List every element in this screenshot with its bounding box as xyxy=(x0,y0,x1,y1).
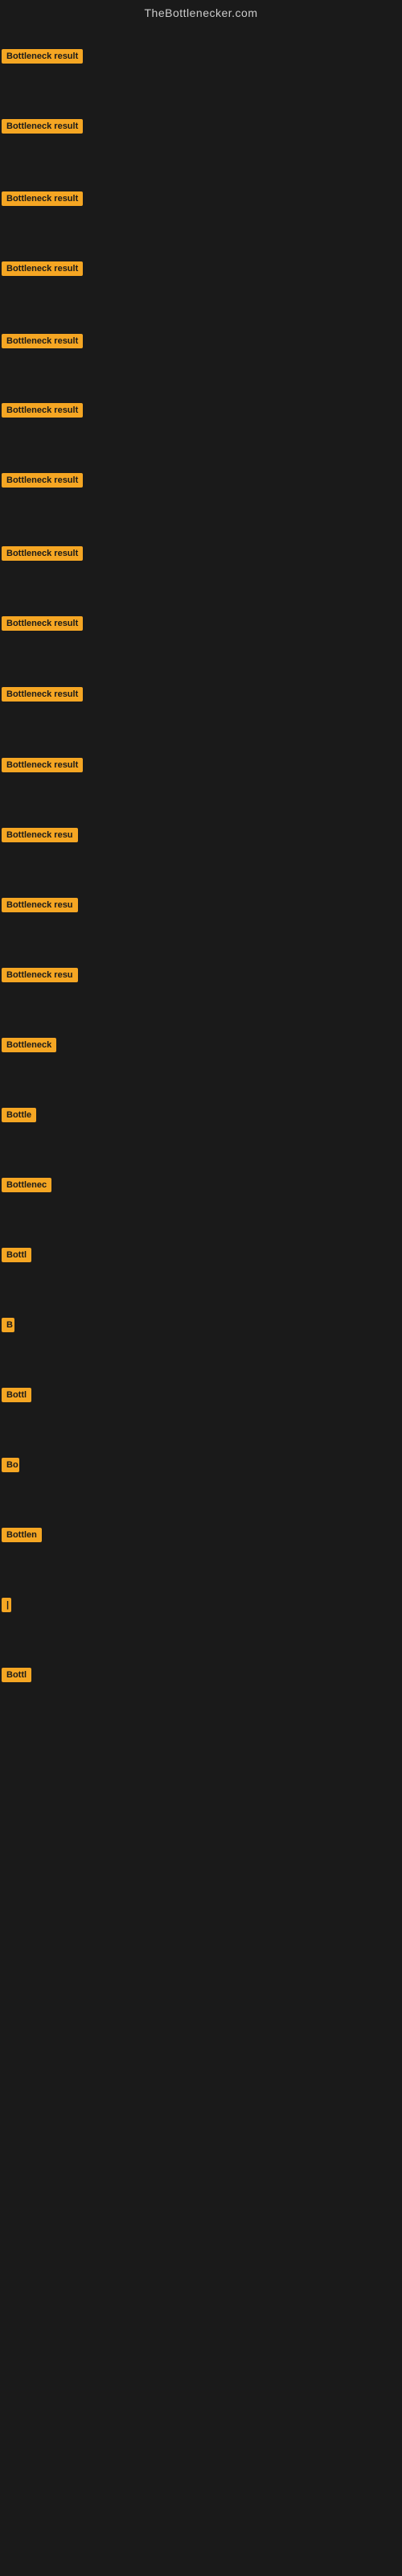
bottleneck-badge-2: Bottleneck result xyxy=(2,119,83,134)
bottleneck-badge-9: Bottleneck result xyxy=(2,616,83,631)
bottleneck-badge-8: Bottleneck result xyxy=(2,546,83,561)
bottleneck-badge-23: | xyxy=(2,1598,11,1612)
result-row-4: Bottleneck result xyxy=(2,261,83,280)
bottleneck-badge-22: Bottlen xyxy=(2,1528,42,1542)
bottleneck-badge-5: Bottleneck result xyxy=(2,334,83,348)
bottleneck-badge-7: Bottleneck result xyxy=(2,473,83,488)
result-row-1: Bottleneck result xyxy=(2,49,83,68)
bottleneck-badge-10: Bottleneck result xyxy=(2,687,83,702)
bottleneck-badge-6: Bottleneck result xyxy=(2,403,83,418)
bottleneck-badge-13: Bottleneck resu xyxy=(2,898,78,912)
result-row-18: Bottl xyxy=(2,1248,31,1266)
result-row-22: Bottlen xyxy=(2,1528,42,1546)
bottleneck-badge-17: Bottlenec xyxy=(2,1178,51,1192)
result-row-15: Bottleneck xyxy=(2,1038,56,1056)
result-row-19: B xyxy=(2,1318,14,1336)
result-row-10: Bottleneck result xyxy=(2,687,83,706)
result-row-12: Bottleneck resu xyxy=(2,828,78,846)
bottleneck-badge-24: Bottl xyxy=(2,1668,31,1682)
result-row-7: Bottleneck result xyxy=(2,473,83,492)
bottleneck-badge-4: Bottleneck result xyxy=(2,261,83,276)
bottleneck-badge-16: Bottle xyxy=(2,1108,36,1122)
result-row-9: Bottleneck result xyxy=(2,616,83,635)
result-row-6: Bottleneck result xyxy=(2,403,83,422)
site-title: TheBottlenecker.com xyxy=(0,0,402,26)
result-row-23: | xyxy=(2,1598,11,1616)
result-row-20: Bottl xyxy=(2,1388,31,1406)
result-row-14: Bottleneck resu xyxy=(2,968,78,986)
result-row-5: Bottleneck result xyxy=(2,334,83,352)
bottleneck-badge-18: Bottl xyxy=(2,1248,31,1262)
bottleneck-badge-14: Bottleneck resu xyxy=(2,968,78,982)
result-row-3: Bottleneck result xyxy=(2,191,83,210)
result-row-11: Bottleneck result xyxy=(2,758,83,776)
bottleneck-badge-15: Bottleneck xyxy=(2,1038,56,1052)
bottleneck-badge-20: Bottl xyxy=(2,1388,31,1402)
result-row-2: Bottleneck result xyxy=(2,119,83,138)
bottleneck-badge-21: Bo xyxy=(2,1458,19,1472)
result-row-16: Bottle xyxy=(2,1108,36,1126)
result-row-13: Bottleneck resu xyxy=(2,898,78,916)
result-row-21: Bo xyxy=(2,1458,19,1476)
bottleneck-badge-12: Bottleneck resu xyxy=(2,828,78,842)
result-row-17: Bottlenec xyxy=(2,1178,51,1196)
bottleneck-badge-11: Bottleneck result xyxy=(2,758,83,772)
bottleneck-badge-1: Bottleneck result xyxy=(2,49,83,64)
bottleneck-badge-19: B xyxy=(2,1318,14,1332)
result-row-24: Bottl xyxy=(2,1668,31,1686)
result-row-8: Bottleneck result xyxy=(2,546,83,565)
bottleneck-badge-3: Bottleneck result xyxy=(2,191,83,206)
